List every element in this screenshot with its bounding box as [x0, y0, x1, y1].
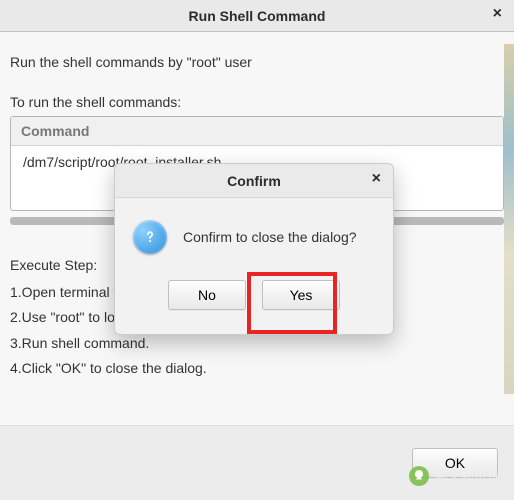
- confirm-titlebar: Confirm ×: [115, 164, 393, 198]
- watermark-text: 鹏大师运维: [435, 467, 500, 486]
- command-header: Command: [11, 117, 503, 146]
- confirm-buttons: No Yes: [115, 266, 393, 334]
- description-text: Run the shell commands by "root" user: [10, 54, 504, 70]
- main-footer: OK: [0, 426, 514, 500]
- yes-button[interactable]: Yes: [262, 280, 340, 310]
- main-titlebar: Run Shell Command ×: [0, 0, 514, 32]
- main-title: Run Shell Command: [189, 8, 326, 24]
- no-button[interactable]: No: [168, 280, 246, 310]
- command-label: To run the shell commands:: [10, 94, 504, 110]
- confirm-dialog: Confirm × Confirm to close the dialog? N…: [114, 163, 394, 335]
- confirm-title: Confirm: [227, 173, 281, 189]
- main-close-button[interactable]: ×: [489, 4, 506, 24]
- step-4: 4.Click "OK" to close the dialog.: [10, 356, 504, 381]
- question-icon: [133, 220, 167, 254]
- confirm-body: Confirm to close the dialog?: [115, 198, 393, 266]
- watermark: 鹏大师运维: [409, 466, 500, 486]
- confirm-message: Confirm to close the dialog?: [183, 229, 375, 245]
- background-window-sliver: [504, 44, 514, 394]
- confirm-close-button[interactable]: ×: [368, 170, 385, 188]
- watermark-icon: [409, 466, 429, 486]
